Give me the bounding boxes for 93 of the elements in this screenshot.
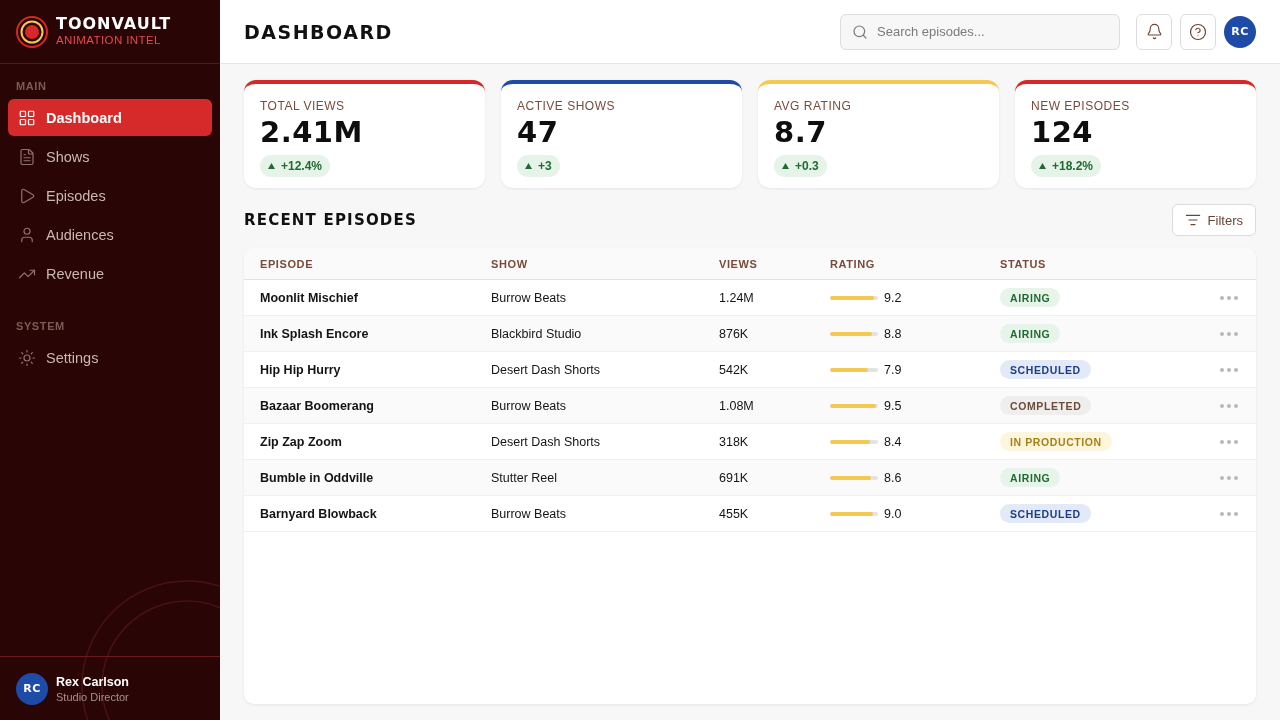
table-cell: 1.24M bbox=[719, 290, 754, 305]
nav-item[interactable]: Revenue bbox=[8, 255, 212, 292]
rating-value: 7.9 bbox=[884, 362, 902, 377]
more-options-icon[interactable] bbox=[1220, 295, 1238, 300]
stat-change-text: +3 bbox=[538, 159, 552, 173]
search-field[interactable]: Search episodes... bbox=[840, 13, 1120, 50]
table-cell: Burrow Beats bbox=[491, 398, 567, 413]
stat-label: AVG RATING bbox=[774, 98, 852, 114]
user-avatar: RC bbox=[16, 672, 48, 705]
nav-item[interactable]: Shows bbox=[8, 138, 212, 175]
stat-value: 124 bbox=[1031, 115, 1094, 149]
status-badge: AIRING bbox=[1000, 288, 1061, 307]
up-triangle-icon bbox=[782, 163, 789, 169]
table-cell: 691K bbox=[719, 470, 749, 485]
settings-icon bbox=[18, 348, 36, 367]
status-badge: SCHEDULED bbox=[1000, 504, 1091, 523]
stat-value: 47 bbox=[517, 115, 559, 149]
rating-value: 8.8 bbox=[884, 326, 902, 341]
user-name: Rex Carlson bbox=[56, 674, 129, 689]
table-cell: Bazaar Boomerang bbox=[260, 398, 374, 413]
more-options-icon[interactable] bbox=[1220, 475, 1238, 480]
table-cell: 455K bbox=[719, 506, 749, 521]
search-icon bbox=[852, 23, 868, 40]
page-title: DASHBOARD bbox=[244, 20, 393, 43]
status-badge: AIRING bbox=[1000, 468, 1061, 487]
column-header: SHOW bbox=[491, 257, 528, 270]
nav-item[interactable]: Dashboard bbox=[8, 99, 212, 136]
nav-item[interactable]: Episodes bbox=[8, 177, 212, 214]
filter-icon bbox=[1184, 212, 1201, 228]
brand-name: TOONVAULT bbox=[56, 16, 172, 33]
stat-value: 2.41M bbox=[260, 115, 363, 149]
section-title: RECENT EPISODES bbox=[244, 211, 417, 229]
stat-label: ACTIVE SHOWS bbox=[517, 98, 615, 114]
more-options-icon[interactable] bbox=[1220, 367, 1238, 372]
bell-icon bbox=[1145, 23, 1163, 40]
status-badge: AIRING bbox=[1000, 324, 1061, 343]
table-cell: Zip Zap Zoom bbox=[260, 434, 342, 449]
user-avatar[interactable]: RC bbox=[1224, 15, 1256, 48]
help-icon bbox=[1189, 22, 1207, 41]
bullseye-logo-icon bbox=[16, 15, 48, 48]
notifications-button[interactable] bbox=[1136, 13, 1172, 50]
table-cell: Stutter Reel bbox=[491, 470, 557, 485]
rating-value: 8.4 bbox=[884, 434, 902, 449]
rating-value: 9.0 bbox=[884, 506, 902, 521]
stat-change-text: +0.3 bbox=[795, 159, 819, 173]
stat-change-text: +12.4% bbox=[281, 159, 323, 173]
table-cell: Desert Dash Shorts bbox=[491, 434, 601, 449]
play-icon bbox=[18, 186, 36, 205]
stat-label: NEW EPISODES bbox=[1031, 98, 1130, 114]
nav-item[interactable]: Audiences bbox=[8, 216, 212, 253]
table-cell: Desert Dash Shorts bbox=[491, 362, 601, 377]
table-cell: Moonlit Mischief bbox=[260, 290, 358, 305]
brand-tagline: ANIMATION INTEL bbox=[56, 35, 162, 47]
table-cell: Burrow Beats bbox=[491, 506, 567, 521]
stat-value: 8.7 bbox=[774, 115, 827, 149]
status-badge: COMPLETED bbox=[1000, 396, 1092, 415]
stat-label: TOTAL VIEWS bbox=[260, 98, 345, 114]
table-cell: 1.08M bbox=[719, 398, 754, 413]
table-cell: Bumble in Oddville bbox=[260, 470, 374, 485]
more-options-icon[interactable] bbox=[1220, 403, 1238, 408]
nav-item[interactable]: Settings bbox=[8, 339, 212, 376]
table-cell: Burrow Beats bbox=[491, 290, 567, 305]
status-badge: IN PRODUCTION bbox=[1000, 432, 1112, 451]
table-cell: 542K bbox=[719, 362, 749, 377]
document-icon bbox=[18, 147, 36, 166]
column-header: RATING bbox=[830, 257, 875, 270]
nav-section-label: SYSTEM bbox=[15, 320, 66, 332]
rating-value: 9.2 bbox=[884, 290, 902, 305]
rating-value: 9.5 bbox=[884, 398, 902, 413]
table-cell: Hip Hip Hurry bbox=[260, 362, 341, 377]
table-cell: 876K bbox=[719, 326, 749, 341]
column-header: VIEWS bbox=[719, 257, 758, 270]
more-options-icon[interactable] bbox=[1220, 439, 1238, 444]
status-badge: SCHEDULED bbox=[1000, 360, 1091, 379]
filters-button[interactable]: Filters bbox=[1171, 204, 1256, 236]
nav-section-label: MAIN bbox=[15, 80, 48, 92]
stat-change-text: +18.2% bbox=[1052, 159, 1094, 173]
rating-value: 8.6 bbox=[884, 470, 902, 485]
table-cell: Barnyard Blowback bbox=[260, 506, 377, 521]
column-header: EPISODE bbox=[260, 257, 314, 270]
grid-icon bbox=[18, 108, 36, 127]
up-triangle-icon bbox=[1039, 163, 1046, 169]
column-header: STATUS bbox=[1000, 257, 1046, 270]
table-cell: Blackbird Studio bbox=[491, 326, 582, 341]
table-cell: 318K bbox=[719, 434, 749, 449]
table-cell: Ink Splash Encore bbox=[260, 326, 369, 341]
up-triangle-icon bbox=[525, 163, 532, 169]
more-options-icon[interactable] bbox=[1220, 331, 1238, 336]
more-options-icon[interactable] bbox=[1220, 511, 1238, 516]
user-role: Studio Director bbox=[56, 690, 129, 703]
person-icon bbox=[18, 225, 36, 244]
up-triangle-icon bbox=[268, 163, 275, 169]
help-button[interactable] bbox=[1180, 13, 1216, 50]
